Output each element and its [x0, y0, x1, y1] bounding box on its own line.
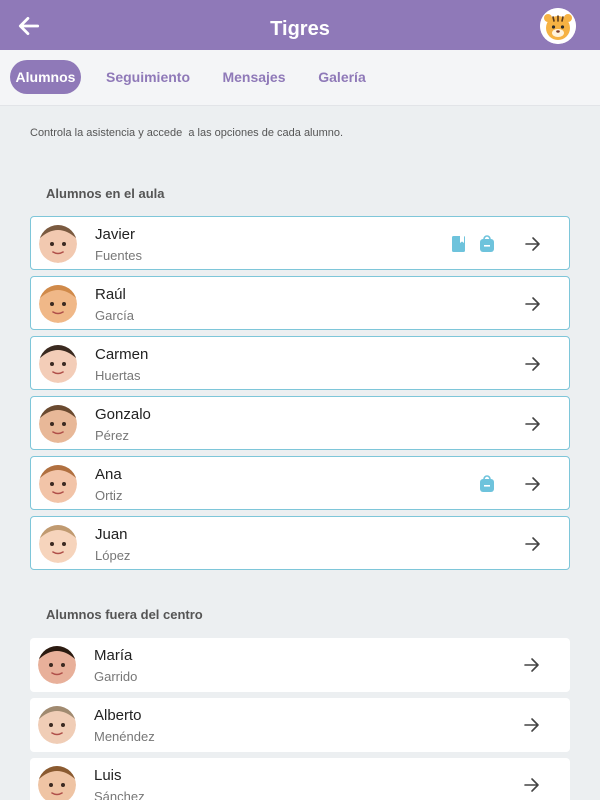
- arrow-right-icon[interactable]: [523, 534, 543, 554]
- arrow-right-icon[interactable]: [523, 354, 543, 374]
- child-face: [38, 766, 76, 800]
- student-last-name: Fuentes: [95, 248, 142, 263]
- child-face: [39, 465, 77, 503]
- child-face: [38, 706, 76, 744]
- student-last-name: Ortiz: [95, 488, 123, 503]
- tab-bar: Alumnos Seguimiento Mensajes Galería: [0, 50, 600, 106]
- arrow-right-icon[interactable]: [522, 715, 542, 735]
- backpack-icon[interactable]: [479, 235, 495, 253]
- arrow-right-icon[interactable]: [523, 414, 543, 434]
- child-face: [38, 646, 76, 684]
- backpack-icon[interactable]: [479, 475, 495, 493]
- avatar: [39, 225, 77, 263]
- student-last-name: López: [95, 548, 131, 563]
- section-title-in-class: Alumnos en el aula: [46, 186, 165, 201]
- avatar: [39, 345, 77, 383]
- arrow-right-icon[interactable]: [522, 655, 542, 675]
- page-title: Tigres: [270, 18, 330, 40]
- student-card[interactable]: Alberto Menéndez: [30, 698, 570, 752]
- student-first-name: Juan: [95, 526, 128, 543]
- tiger-avatar[interactable]: [540, 8, 576, 44]
- student-first-name: Luis: [94, 767, 122, 784]
- student-last-name: Pérez: [95, 428, 129, 443]
- avatar: [38, 706, 76, 744]
- student-card[interactable]: Ana Ortiz: [30, 456, 570, 510]
- intro-text: Controla la asistencia y accede a las op…: [30, 127, 344, 139]
- section-title-outside: Alumnos fuera del centro: [46, 607, 203, 622]
- tab-mensajes[interactable]: Mensajes: [214, 60, 294, 94]
- student-card[interactable]: Luis Sánchez: [30, 758, 570, 800]
- child-face: [39, 285, 77, 323]
- student-first-name: María: [94, 647, 133, 664]
- arrow-right-icon[interactable]: [523, 474, 543, 494]
- student-card[interactable]: Raúl García: [30, 276, 570, 330]
- student-card[interactable]: Javier Fuentes: [30, 216, 570, 270]
- tiger-icon: [540, 8, 576, 44]
- student-first-name: Gonzalo: [95, 406, 151, 423]
- student-card[interactable]: Juan López: [30, 516, 570, 570]
- avatar: [38, 766, 76, 800]
- tab-galeria[interactable]: Galería: [310, 60, 374, 94]
- arrow-right-icon[interactable]: [523, 294, 543, 314]
- avatar: [39, 405, 77, 443]
- student-last-name: Menéndez: [94, 729, 155, 744]
- student-first-name: Carmen: [95, 346, 149, 363]
- tab-alumnos[interactable]: Alumnos: [10, 60, 81, 94]
- book-icon[interactable]: [451, 235, 467, 253]
- tab-seguimiento[interactable]: Seguimiento: [98, 60, 198, 94]
- student-last-name: García: [95, 308, 135, 323]
- arrow-right-icon[interactable]: [522, 775, 542, 795]
- student-card[interactable]: María Garrido: [30, 638, 570, 692]
- student-first-name: Ana: [95, 466, 122, 483]
- child-face: [39, 225, 77, 263]
- child-face: [39, 405, 77, 443]
- student-last-name: Sánchez: [94, 789, 145, 800]
- student-card[interactable]: Carmen Huertas: [30, 336, 570, 390]
- student-last-name: Huertas: [95, 368, 141, 383]
- avatar: [39, 285, 77, 323]
- student-last-name: Garrido: [94, 669, 138, 684]
- student-first-name: Javier: [95, 226, 136, 243]
- child-face: [39, 345, 77, 383]
- student-card[interactable]: Gonzalo Pérez: [30, 396, 570, 450]
- arrow-right-icon[interactable]: [523, 234, 543, 254]
- student-first-name: Raúl: [95, 286, 126, 303]
- avatar: [39, 525, 77, 563]
- avatar: [39, 465, 77, 503]
- child-face: [39, 525, 77, 563]
- app-header: Tigres: [0, 0, 600, 50]
- avatar: [38, 646, 76, 684]
- student-first-name: Alberto: [94, 707, 142, 724]
